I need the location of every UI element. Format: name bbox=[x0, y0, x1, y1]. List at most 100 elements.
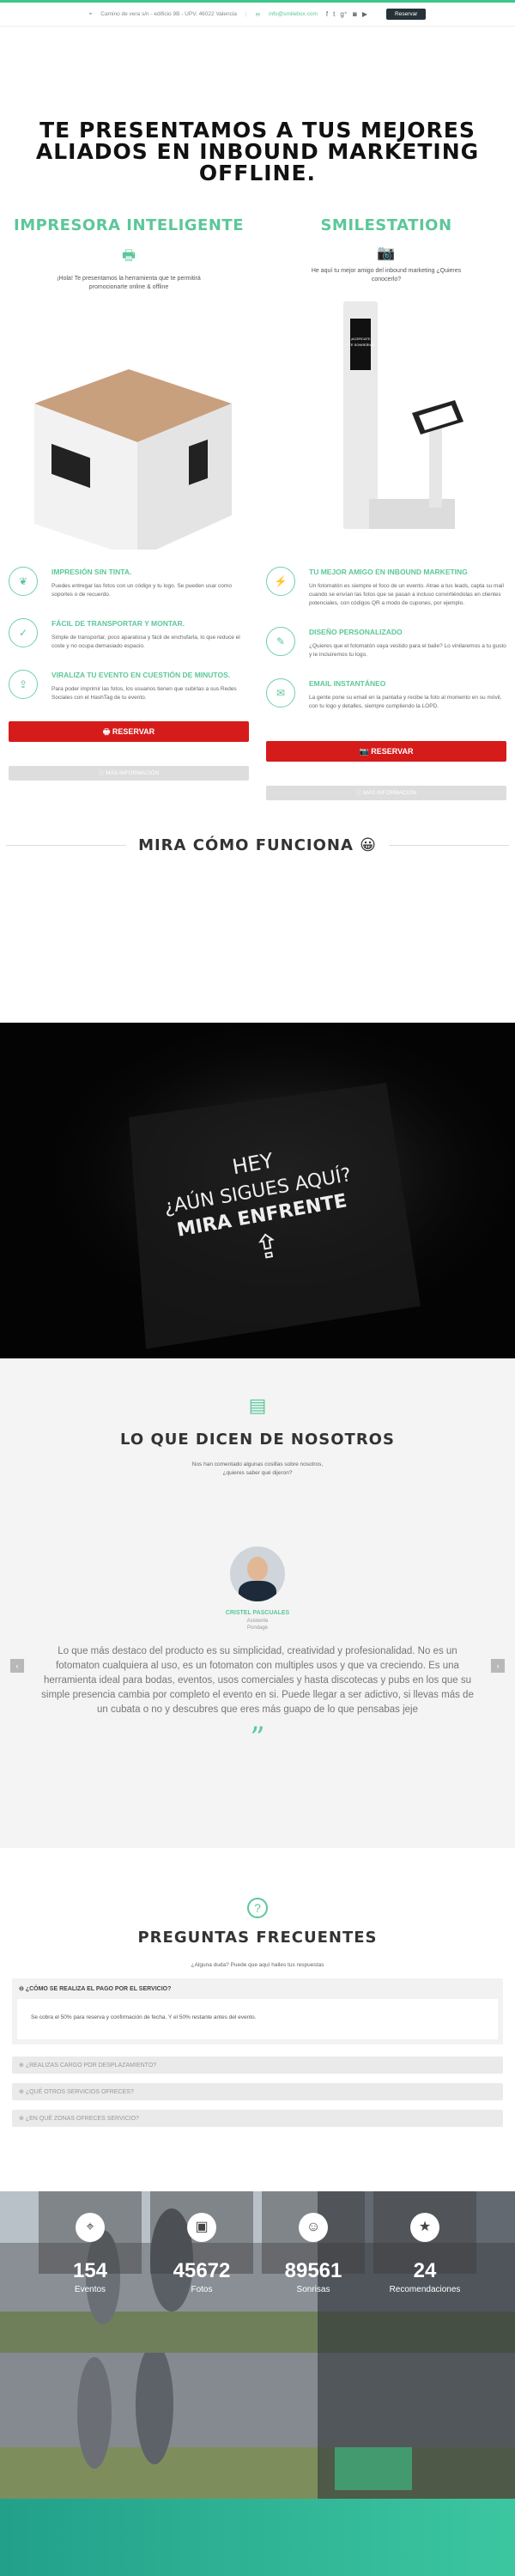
stats-section: ⌖ 154 Eventos ▣ 45672 Fotos ☺ 89561 Sonr… bbox=[0, 2191, 515, 2353]
next-arrow-icon[interactable]: › bbox=[491, 1659, 505, 1673]
camera-icon: 📷 bbox=[359, 747, 372, 756]
author-name: CRISTEL PASCUALES bbox=[225, 1610, 290, 1616]
mail-icon: ✉ bbox=[255, 11, 261, 18]
feature-title: VIRALIZA TU EVENTO EN CUESTIÓN DE MINUTO… bbox=[52, 671, 231, 679]
faq-item[interactable]: ⊕ ¿REALIZAS CARGO POR DESPLAZAMIENTO? bbox=[12, 2057, 503, 2074]
prev-arrow-icon[interactable]: ‹ bbox=[10, 1659, 24, 1673]
location-icon: ⌖ bbox=[88, 10, 93, 17]
printer-icon: 🖶 bbox=[121, 247, 136, 264]
section-title: LO QUE DICEN DE NOSOTROS bbox=[120, 1431, 395, 1449]
youtube-icon[interactable]: ▶ bbox=[362, 10, 367, 18]
faq-question: ¿CÓMO SE REALIZA EL PAGO POR EL SERVICIO… bbox=[25, 1986, 172, 1992]
section-subtitle: ¿Alguna duda? Puede que aquí halles tus … bbox=[191, 1962, 324, 1968]
more-info-button[interactable]: ⓘ MÁS INFORMACIÓN bbox=[9, 766, 249, 781]
reserve-header-button[interactable]: Reservar bbox=[386, 9, 427, 20]
document-icon: ▤ bbox=[248, 1394, 267, 1416]
stat-value: 154 bbox=[72, 2259, 108, 2282]
video-player[interactable]: HEY ¿AÚN SIGUES AQUÍ? MIRA ENFRENTE ⇪ bbox=[0, 1023, 515, 1358]
faq-question: ¿EN QUÉ ZONAS OFRECES SERVICIO? bbox=[25, 2116, 139, 2122]
info-icon: ⓘ bbox=[98, 770, 106, 776]
printer-features: ❦ IMPRESIÓN SIN TINTA. Puedes entregar las… bbox=[0, 567, 258, 800]
divider bbox=[6, 845, 127, 846]
social-links: f t g⁺ ◙ ▶ bbox=[326, 10, 367, 18]
faq-item[interactable]: ⊕ ¿QUÉ OTROS SERVICIOS OFRECES? bbox=[12, 2083, 503, 2100]
reserve-label: RESERVAR bbox=[371, 747, 414, 756]
faq-item[interactable]: ⊕ ¿EN QUÉ ZONAS OFRECES SERVICIO? bbox=[12, 2110, 503, 2127]
feature-title: DISEÑO PERSONALIZADO bbox=[309, 628, 403, 636]
more-info-label: MÁS INFORMACIÓN bbox=[106, 770, 160, 776]
product-title: IMPRESORA INTELIGENTE bbox=[14, 216, 244, 234]
reserve-button[interactable]: 📷 RESERVAR bbox=[266, 741, 506, 762]
facebook-icon[interactable]: f bbox=[326, 10, 328, 18]
printer-icon: 🖶 bbox=[102, 727, 112, 736]
features-section: ❦ IMPRESIÓN SIN TINTA. Puedes entregar las… bbox=[0, 567, 515, 800]
stat-value: 24 bbox=[413, 2259, 437, 2282]
faq-section: ? PREGUNTAS FRECUENTES ¿Alguna duda? Pue… bbox=[0, 1848, 515, 2191]
stat-label: Eventos bbox=[74, 2285, 106, 2294]
smile-icon: ☺ bbox=[299, 2213, 328, 2242]
leaf-icon: ❦ bbox=[9, 567, 38, 596]
feature-text: Simple de transportar, poco aparatosa y … bbox=[52, 635, 240, 649]
feature-item: ✉ EMAIL INSTANTÁNEO La gente pone su email… bbox=[266, 678, 506, 711]
mail-icon: ✉ bbox=[266, 678, 295, 708]
address-text: Camino de vera s/n - edificio 9B - UPV, … bbox=[100, 11, 237, 17]
info-icon: ⓘ bbox=[355, 790, 364, 796]
stat-value: 89561 bbox=[284, 2259, 342, 2282]
stat-label: Sonrisas bbox=[296, 2285, 330, 2294]
twitter-icon[interactable]: t bbox=[333, 10, 335, 18]
plus-icon: ⊕ bbox=[19, 2063, 26, 2069]
svg-text:Y TE SONREÍRÁS!: Y TE SONREÍRÁS! bbox=[346, 343, 376, 347]
stat-label: Recomendaciones bbox=[389, 2285, 461, 2294]
instagram-icon[interactable]: ◙ bbox=[353, 10, 357, 18]
footer bbox=[0, 2499, 515, 2576]
faq-answer: Se cobra el 50% para reserva y confirmac… bbox=[17, 1999, 498, 2039]
feature-item: ❦ IMPRESIÓN SIN TINTA. Puedes entregar las… bbox=[9, 567, 249, 599]
testimonials-section: ▤ LO QUE DICEN DE NOSOTROS Nos han comen… bbox=[0, 1358, 515, 1848]
faq-question: ¿REALIZAS CARGO POR DESPLAZAMIENTO? bbox=[25, 2063, 157, 2069]
faq-question: ¿QUÉ OTROS SERVICIOS OFRECES? bbox=[25, 2089, 134, 2095]
feature-text: Puedes entregar las fotos con un código … bbox=[52, 583, 232, 598]
bolt-icon: ⚡ bbox=[266, 567, 295, 596]
faq-item-open[interactable]: ⊖ ¿CÓMO SE REALIZA EL PAGO POR EL SERVIC… bbox=[12, 1978, 503, 2044]
product-smilestation: SMILESTATION 📷 He aquí tu mejor amigo de… bbox=[258, 216, 515, 541]
check-icon: ✓ bbox=[9, 618, 38, 647]
email-link[interactable]: info@smilebox.com bbox=[269, 11, 318, 17]
stat-label: Fotos bbox=[191, 2285, 213, 2294]
reserve-button[interactable]: 🖶 RESERVAR bbox=[9, 721, 249, 742]
testimonial-quote: Lo que más destaco del producto es su si… bbox=[41, 1646, 474, 1715]
feature-title: FÁCIL DE TRANSPORTAR Y MONTAR. bbox=[52, 619, 185, 628]
printer-image bbox=[0, 301, 258, 558]
feature-title: EMAIL INSTANTÁNEO bbox=[309, 679, 386, 688]
how-it-works-heading: MIRA CÓMO FUNCIONA 😀 bbox=[0, 836, 515, 854]
divider bbox=[388, 845, 509, 846]
plus-icon: ⊕ bbox=[19, 2116, 26, 2122]
map-pin-icon: ⌖ bbox=[76, 2213, 105, 2242]
product-lead: ¡Hola! Te presentamos la herramienta que… bbox=[57, 276, 201, 290]
quote-icon: ” bbox=[250, 1721, 265, 1755]
feature-text: Para poder imprimir las fotos, los usuar… bbox=[52, 686, 237, 701]
feature-text: Un fotomatón es siempre el foco de un ev… bbox=[309, 583, 504, 606]
author-role: Asistente bbox=[246, 1619, 269, 1624]
photo-icon: ▣ bbox=[187, 2213, 216, 2242]
feature-title: TU MEJOR AMIGO EN INBOUND MARKETING bbox=[309, 568, 468, 576]
smilestation-features: ⚡ TU MEJOR AMIGO EN INBOUND MARKETING Un f… bbox=[258, 567, 515, 800]
feature-item: ⚡ TU MEJOR AMIGO EN INBOUND MARKETING Un f… bbox=[266, 567, 506, 608]
feature-item: ✓ FÁCIL DE TRANSPORTAR Y MONTAR. Simple de… bbox=[9, 618, 249, 651]
stat-card: ★ 24 Recomendaciones bbox=[373, 2191, 476, 2294]
product-title: SMILESTATION bbox=[320, 216, 452, 234]
stat-card: ▣ 45672 Fotos bbox=[150, 2191, 253, 2294]
minus-icon: ⊖ bbox=[19, 1986, 26, 1992]
feature-text: ¿Quieres que el fotomatón vaya vestido p… bbox=[309, 643, 506, 658]
stat-card: ☺ 89561 Sonrisas bbox=[262, 2191, 365, 2294]
section-subtitle: Nos han comentado algunas cosillas sobre… bbox=[191, 1461, 324, 1476]
star-icon: ★ bbox=[410, 2213, 439, 2242]
brush-icon: ✎ bbox=[266, 627, 295, 656]
feature-title: IMPRESIÓN SIN TINTA. bbox=[52, 568, 132, 576]
camera-icon: 📷 bbox=[377, 245, 396, 261]
section-title: PREGUNTAS FRECUENTES bbox=[137, 1929, 378, 1947]
svg-text:¡ACERCATE: ¡ACERCATE bbox=[351, 337, 371, 341]
more-info-button[interactable]: ⓘ MÁS INFORMACIÓN bbox=[266, 786, 506, 800]
google-plus-icon[interactable]: g⁺ bbox=[340, 10, 348, 18]
feature-item: ⇪ VIRALIZA TU EVENTO EN CUESTIÓN DE MINUT… bbox=[9, 670, 249, 702]
stat-value: 45672 bbox=[173, 2259, 231, 2282]
